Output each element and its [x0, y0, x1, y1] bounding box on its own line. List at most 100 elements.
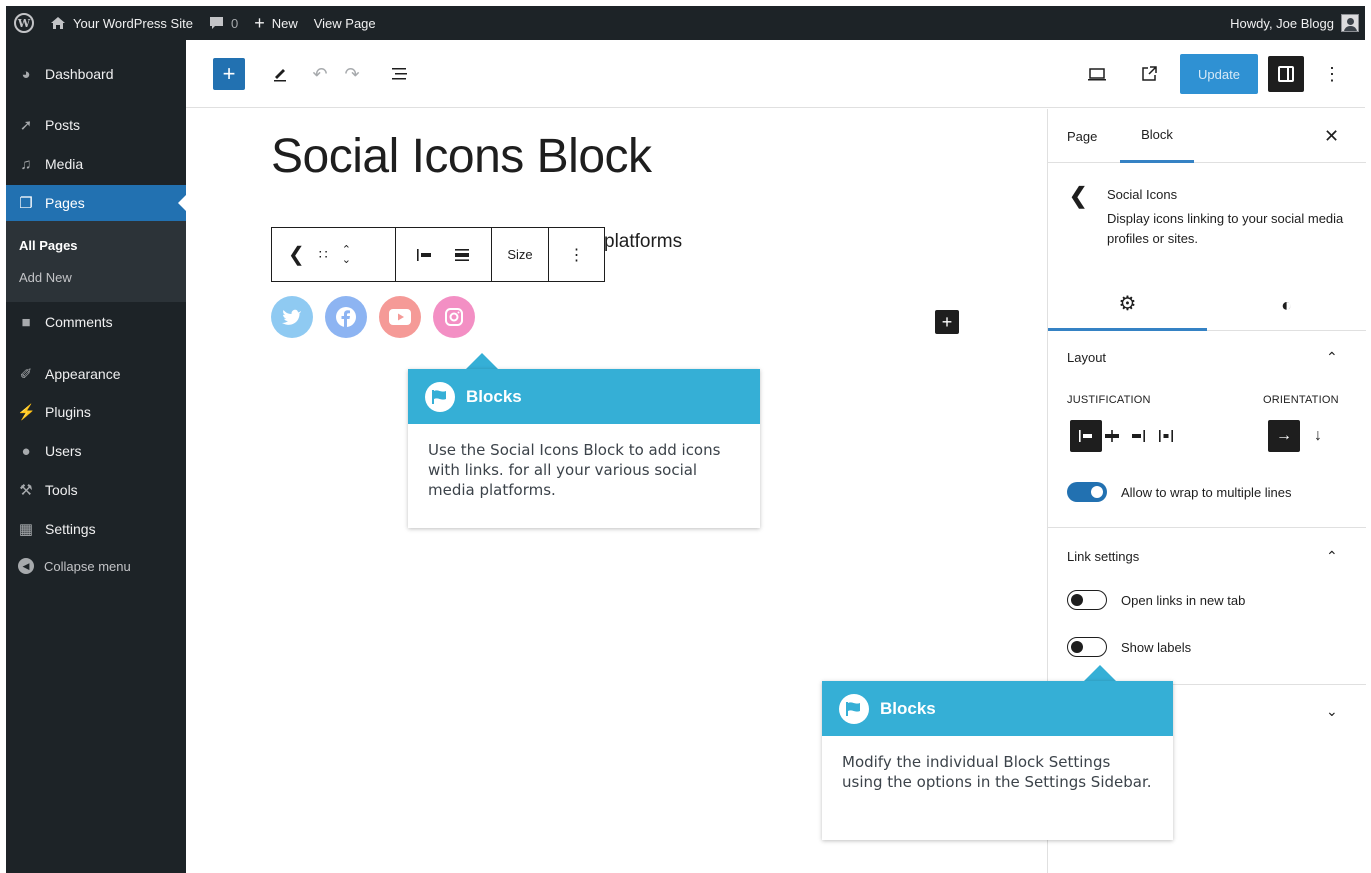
menu-item-label: Plugins [45, 404, 91, 420]
gear-icon: ⚙ [1118, 293, 1137, 315]
menu-item-pages[interactable]: ❐ Pages [6, 185, 186, 221]
callout-pointer [466, 353, 498, 369]
justify-stretch-icon[interactable] [453, 247, 471, 263]
orientation-horizontal-button[interactable]: → [1268, 420, 1300, 452]
view-page-link[interactable]: View Page [306, 6, 384, 40]
wrap-toggle-label: Allow to wrap to multiple lines [1121, 485, 1292, 500]
view-page-label: View Page [313, 15, 376, 31]
desktop-icon [1088, 68, 1106, 81]
wrap-toggle[interactable] [1067, 482, 1107, 502]
admin-menu: ◕ Dashboard ➚ Posts ♫ Media ❐ Pages All … [6, 40, 186, 873]
collapse-menu-button[interactable]: ◀ Collapse menu [6, 548, 186, 584]
add-block-button[interactable]: + [935, 310, 959, 334]
editor-top-toolbar: + ↶ ↷ Update ⋮ [186, 40, 1365, 108]
block-toolbar: ❮ ∷ ⌃ ⌄ Size ⋮ [271, 227, 605, 282]
justification-label: JUSTIFICATION [1067, 394, 1151, 406]
dashboard-icon: ◕ [21, 65, 31, 83]
close-icon: ✕ [1324, 126, 1340, 146]
social-icons-block[interactable] [271, 296, 475, 338]
comments-count: 0 [230, 15, 239, 31]
menu-item-dashboard[interactable]: ◕ Dashboard [6, 56, 186, 92]
menu-item-users[interactable]: ● Users [6, 433, 186, 469]
comment-icon: ■ [21, 313, 31, 331]
site-name-link[interactable]: Your WordPress Site [42, 6, 201, 40]
size-button[interactable]: Size [492, 228, 549, 281]
submenu-item-all-pages[interactable]: All Pages [19, 238, 78, 253]
more-vertical-icon: ⋮ [1323, 63, 1341, 84]
account-menu[interactable]: Howdy, Joe Blogg [1222, 6, 1365, 40]
users-icon: ● [21, 442, 31, 460]
share-icon[interactable]: ❮ [288, 242, 305, 267]
block-inserter-button[interactable]: + [213, 58, 245, 90]
document-overview-button[interactable] [388, 62, 412, 86]
flag-icon [839, 693, 869, 724]
wrench-icon: ⚒ [19, 482, 33, 499]
justify-left-icon[interactable] [416, 247, 434, 263]
settings-sidebar-toggle[interactable] [1268, 56, 1304, 92]
arrow-right-icon: → [1276, 427, 1292, 444]
chevron-up-icon[interactable]: ⌃ [1326, 349, 1338, 366]
panel-divider [1048, 527, 1366, 528]
block-options-button[interactable]: ⋮ [549, 228, 604, 281]
block-toolbar-group-align [396, 228, 492, 281]
edit-mode-button[interactable] [268, 62, 292, 86]
plus-icon: + [254, 13, 265, 33]
show-labels-toggle[interactable] [1067, 637, 1107, 657]
menu-item-posts[interactable]: ➚ Posts [6, 107, 186, 143]
callout-body: Modify the individual Block Settings usi… [842, 753, 1152, 791]
wordpress-logo-button[interactable]: W [6, 6, 42, 40]
block-description: Display icons linking to your social med… [1107, 211, 1344, 246]
pages-submenu: All Pages Add New [6, 221, 186, 302]
menu-item-comments[interactable]: ■ Comments [6, 304, 186, 340]
twitter-icon[interactable] [271, 296, 313, 338]
justify-space-between-icon [1159, 430, 1173, 442]
view-page-external-button[interactable] [1137, 62, 1161, 86]
site-name: Your WordPress Site [73, 15, 193, 31]
layout-panel-title[interactable]: Layout [1067, 350, 1106, 365]
close-sidebar-button[interactable]: ✕ [1324, 126, 1339, 147]
chevron-up-icon[interactable]: ⌃ [1326, 548, 1338, 565]
flag-icon [425, 381, 455, 412]
youtube-icon[interactable] [379, 296, 421, 338]
orientation-vertical-button[interactable]: ↓ [1302, 420, 1334, 452]
settings-style-tabs: ⚙ ◐ [1048, 279, 1366, 331]
comments-link[interactable]: 0 [201, 6, 246, 40]
menu-item-label: Comments [45, 314, 113, 330]
preview-button[interactable] [1084, 62, 1110, 86]
undo-button[interactable]: ↶ [308, 62, 332, 86]
submenu-item-add-new[interactable]: Add New [19, 270, 72, 285]
arrow-down-icon: ↓ [1314, 427, 1322, 444]
facebook-icon[interactable] [325, 296, 367, 338]
tutorial-callout: Blocks Use the Social Icons Block to add… [408, 369, 760, 528]
menu-item-tools[interactable]: ⚒ Tools [6, 472, 186, 508]
menu-item-label: Users [45, 443, 82, 459]
instagram-icon[interactable] [433, 296, 475, 338]
admin-bar: W Your WordPress Site 0 + New View Page … [6, 6, 1365, 40]
tab-styles[interactable]: ◐ [1207, 279, 1366, 331]
tab-page[interactable]: Page [1067, 109, 1097, 163]
update-button[interactable]: Update [1180, 54, 1258, 94]
menu-item-media[interactable]: ♫ Media [6, 146, 186, 182]
chevron-down-icon[interactable]: ⌄ [1326, 703, 1338, 720]
callout-body: Use the Social Icons Block to add icons … [428, 441, 721, 499]
open-new-tab-toggle[interactable] [1067, 590, 1107, 610]
menu-item-plugins[interactable]: ⚡ Plugins [6, 394, 186, 430]
brush-icon: ✐ [19, 366, 33, 383]
drag-handle-icon[interactable]: ∷ [319, 246, 328, 263]
sidebar-tabs: Page Block ✕ [1048, 109, 1366, 163]
options-menu-button[interactable]: ⋮ [1322, 62, 1342, 86]
tab-settings[interactable]: ⚙ [1048, 279, 1207, 331]
link-settings-panel-title[interactable]: Link settings [1067, 549, 1139, 564]
page-title[interactable]: Social Icons Block [271, 129, 652, 184]
menu-item-settings[interactable]: ▦ Settings [6, 511, 186, 547]
show-labels-label: Show labels [1121, 640, 1192, 655]
menu-item-appearance[interactable]: ✐ Appearance [6, 356, 186, 392]
new-content-link[interactable]: + New [246, 6, 306, 40]
redo-icon: ↷ [344, 63, 360, 84]
move-up-down-icon[interactable]: ⌃ ⌄ [342, 244, 351, 265]
tab-block[interactable]: Block [1120, 109, 1194, 163]
paragraph-block[interactable]: platforms [604, 231, 682, 253]
redo-button[interactable]: ↷ [340, 62, 364, 86]
justify-space-between-button[interactable] [1150, 420, 1182, 452]
menu-item-label: Appearance [45, 366, 121, 382]
